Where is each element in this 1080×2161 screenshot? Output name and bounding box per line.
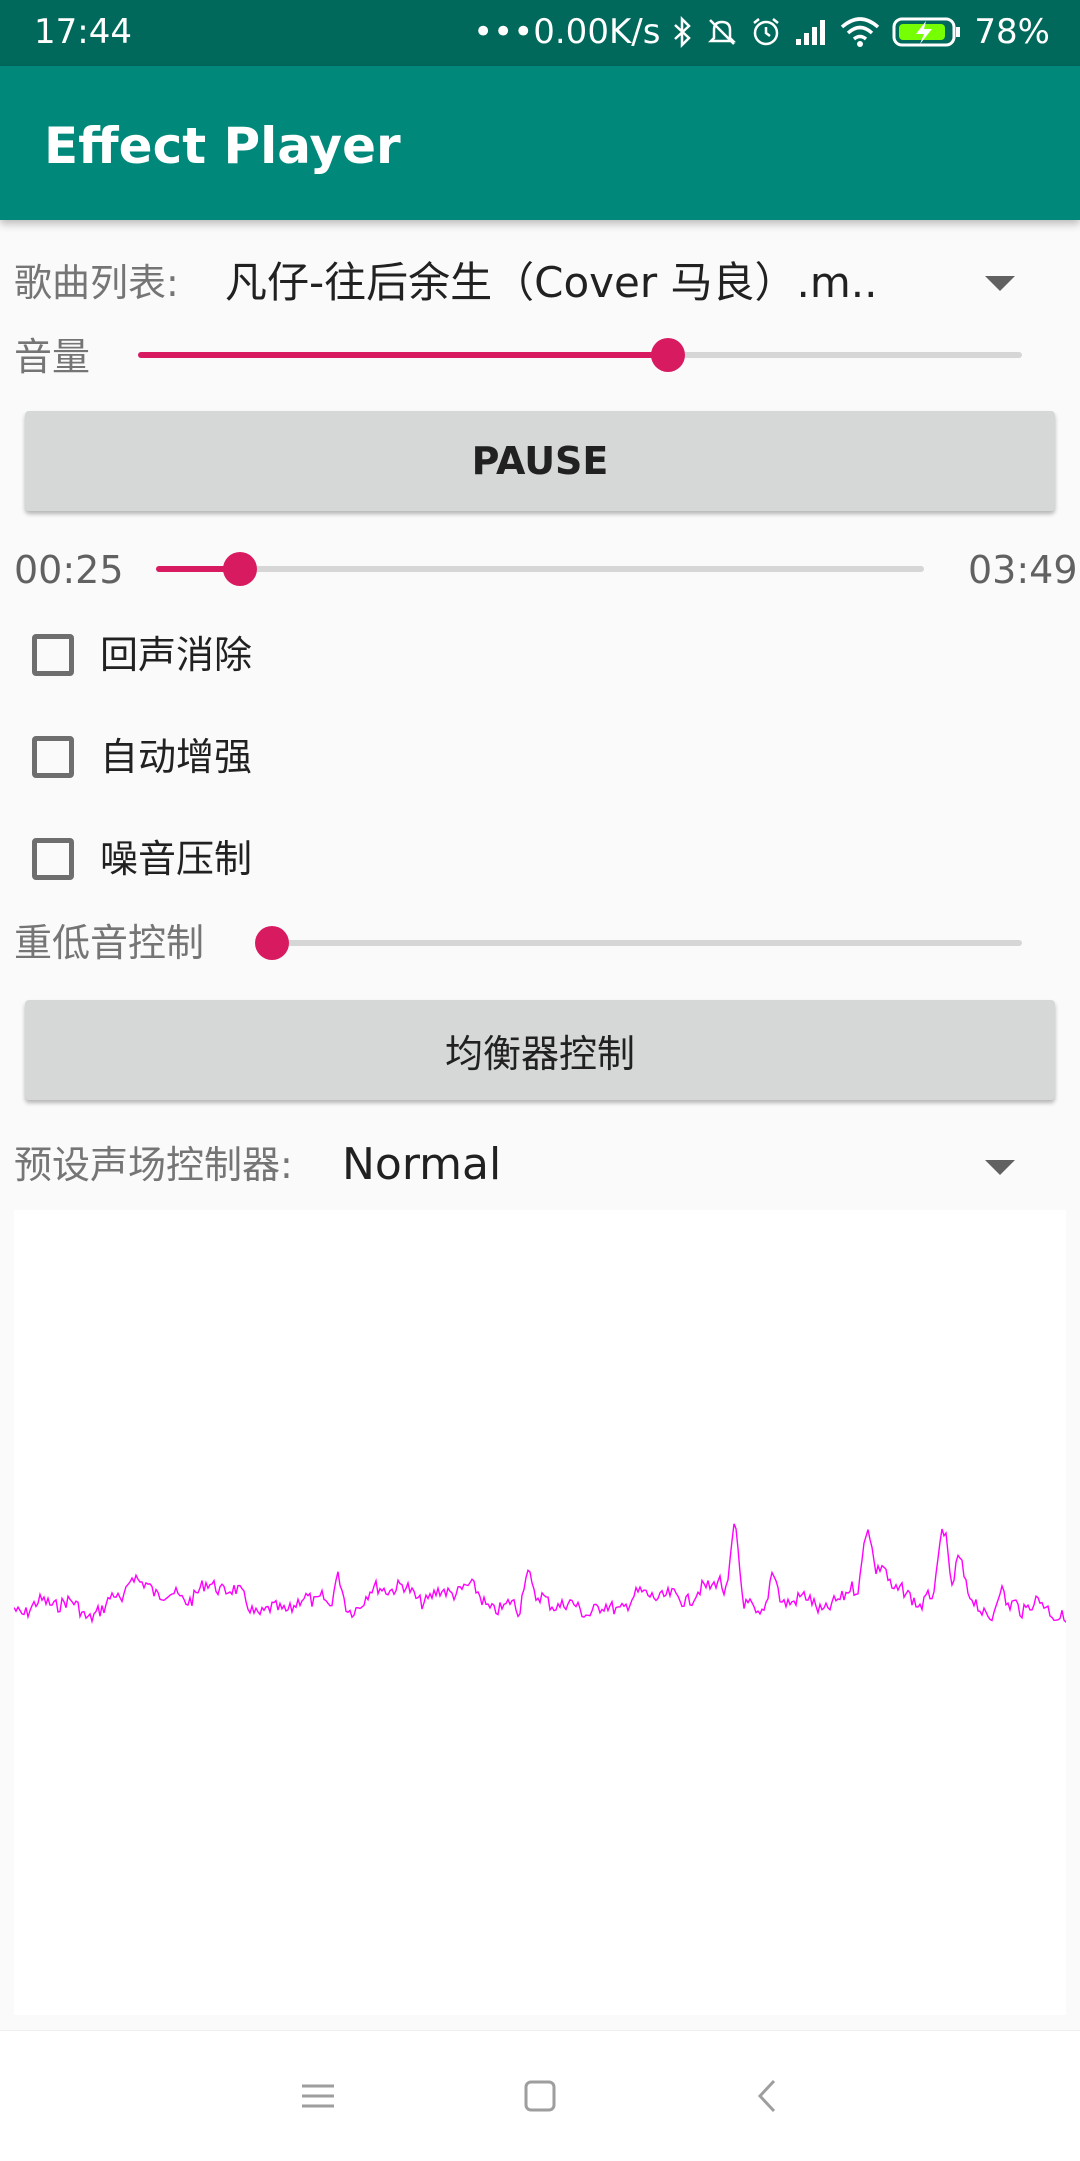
back-button[interactable] xyxy=(732,2061,802,2131)
bass-boost-label: 重低音控制 xyxy=(14,921,205,965)
battery-percent: 78% xyxy=(974,12,1050,52)
pause-button[interactable]: PAUSE xyxy=(25,411,1055,511)
checkbox-noise-suppress[interactable]: 噪音压制 xyxy=(32,829,252,889)
status-icons: •••0.00K/s 78% xyxy=(473,12,1050,52)
preset-spinner[interactable]: Normal xyxy=(330,1130,1025,1200)
navigation-bar xyxy=(0,2030,1080,2161)
song-list-spinner[interactable]: 凡仔-往后余生（Cover 马良）.m.. xyxy=(215,250,1025,316)
mute-icon xyxy=(708,19,737,45)
progress-slider-thumb[interactable] xyxy=(223,552,258,586)
checkbox-label: 噪音压制 xyxy=(100,837,253,881)
wifi-icon xyxy=(841,17,880,47)
checkbox-auto-gain[interactable]: 自动增强 xyxy=(32,727,252,787)
status-bar: 17:44 •••0.00K/s 78% xyxy=(0,0,1080,66)
bass-boost-slider-thumb[interactable] xyxy=(255,926,289,960)
volume-label: 音量 xyxy=(14,335,91,379)
checkbox-echo-cancel[interactable]: 回声消除 xyxy=(32,625,252,685)
checkbox-label: 自动增强 xyxy=(100,735,253,779)
checkbox-label: 回声消除 xyxy=(100,633,253,677)
app-title: Effect Player xyxy=(44,117,401,175)
volume-slider[interactable] xyxy=(138,338,1022,372)
chevron-down-icon xyxy=(985,276,1015,291)
alarm-icon xyxy=(753,18,780,46)
bluetooth-icon xyxy=(674,16,692,48)
waveform-visualizer xyxy=(13,1210,1067,2015)
current-time: 00:25 xyxy=(14,548,124,592)
song-list-selected: 凡仔-往后余生（Cover 马良）.m.. xyxy=(225,258,878,307)
chevron-down-icon xyxy=(985,1160,1015,1175)
back-icon xyxy=(757,2079,776,2113)
bass-boost-slider[interactable] xyxy=(255,926,1022,960)
checkbox-box[interactable] xyxy=(32,634,74,676)
volume-slider-thumb[interactable] xyxy=(651,338,686,372)
preset-selected: Normal xyxy=(342,1139,502,1190)
checkbox-box[interactable] xyxy=(32,838,74,880)
menu-button[interactable] xyxy=(283,2061,353,2131)
waveform-svg xyxy=(13,1523,1067,1625)
network-speed: •••0.00K/s xyxy=(473,12,661,52)
home-button[interactable] xyxy=(505,2061,575,2131)
progress-slider[interactable] xyxy=(156,552,924,586)
total-time: 03:49 xyxy=(968,548,1078,592)
status-time: 17:44 xyxy=(34,12,132,52)
checkbox-box[interactable] xyxy=(32,736,74,778)
preset-label: 预设声场控制器: xyxy=(14,1143,293,1187)
waveform-line xyxy=(13,1523,1067,1625)
menu-icon xyxy=(302,2084,334,2108)
app-bar: Effect Player xyxy=(0,66,1080,220)
song-list-label: 歌曲列表: xyxy=(14,261,179,305)
home-icon xyxy=(524,2080,556,2112)
signal-icon xyxy=(796,20,826,45)
volume-slider-fill xyxy=(138,352,669,358)
equalizer-button[interactable]: 均衡器控制 xyxy=(25,1000,1055,1100)
battery-charging-icon xyxy=(892,17,961,47)
